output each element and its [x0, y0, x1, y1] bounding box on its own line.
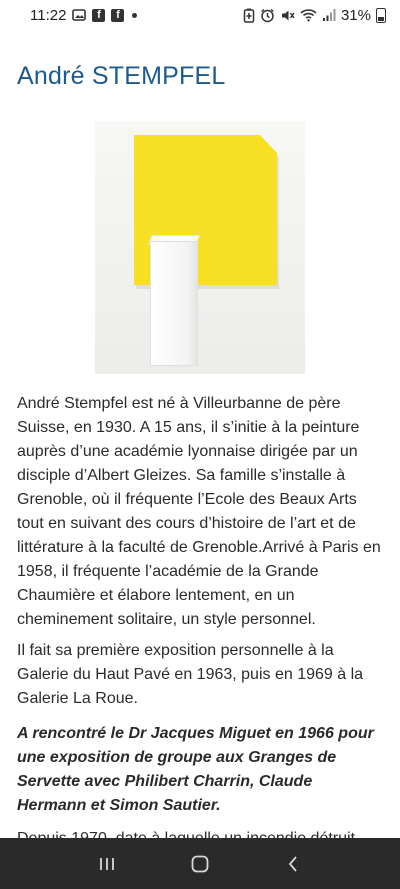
system-nav-bar — [0, 838, 400, 889]
alarm-icon — [260, 8, 275, 23]
status-right: 31% — [243, 7, 386, 24]
bio-paragraph-1: André Stempfel est né à Villeurbanne de … — [17, 395, 381, 628]
image-icon — [72, 8, 87, 22]
page-title: André STEMPFEL — [17, 62, 226, 90]
dot-icon — [132, 12, 138, 18]
clock: 11:22 — [30, 6, 67, 24]
wifi-icon — [300, 8, 317, 22]
artwork-pedestal — [150, 241, 198, 366]
recent-apps-icon[interactable] — [87, 844, 127, 884]
battery-icon — [376, 7, 386, 23]
status-bar: 11:22 f f 31% — [0, 0, 400, 30]
article: André STEMPFEL André Stempfel est né à V… — [0, 30, 400, 838]
back-icon[interactable] — [273, 844, 313, 884]
facebook-icon: f — [111, 8, 125, 22]
facebook-icon: f — [92, 8, 106, 22]
status-left: 11:22 f f — [30, 6, 138, 24]
home-icon[interactable] — [180, 844, 220, 884]
bio-paragraph-4: Depuis 1970, date à laquelle un incendie… — [17, 827, 383, 838]
bio-paragraph-2: Il fait sa première exposition personnel… — [17, 642, 364, 707]
mute-icon — [280, 8, 295, 23]
signal-icon — [322, 8, 336, 22]
battery-percent: 31% — [340, 6, 371, 24]
artwork-image — [95, 121, 305, 374]
battery-saver-icon — [243, 8, 255, 23]
bio-paragraph-3: A rencontré le Dr Jacques Miguet en 1966… — [17, 725, 374, 814]
